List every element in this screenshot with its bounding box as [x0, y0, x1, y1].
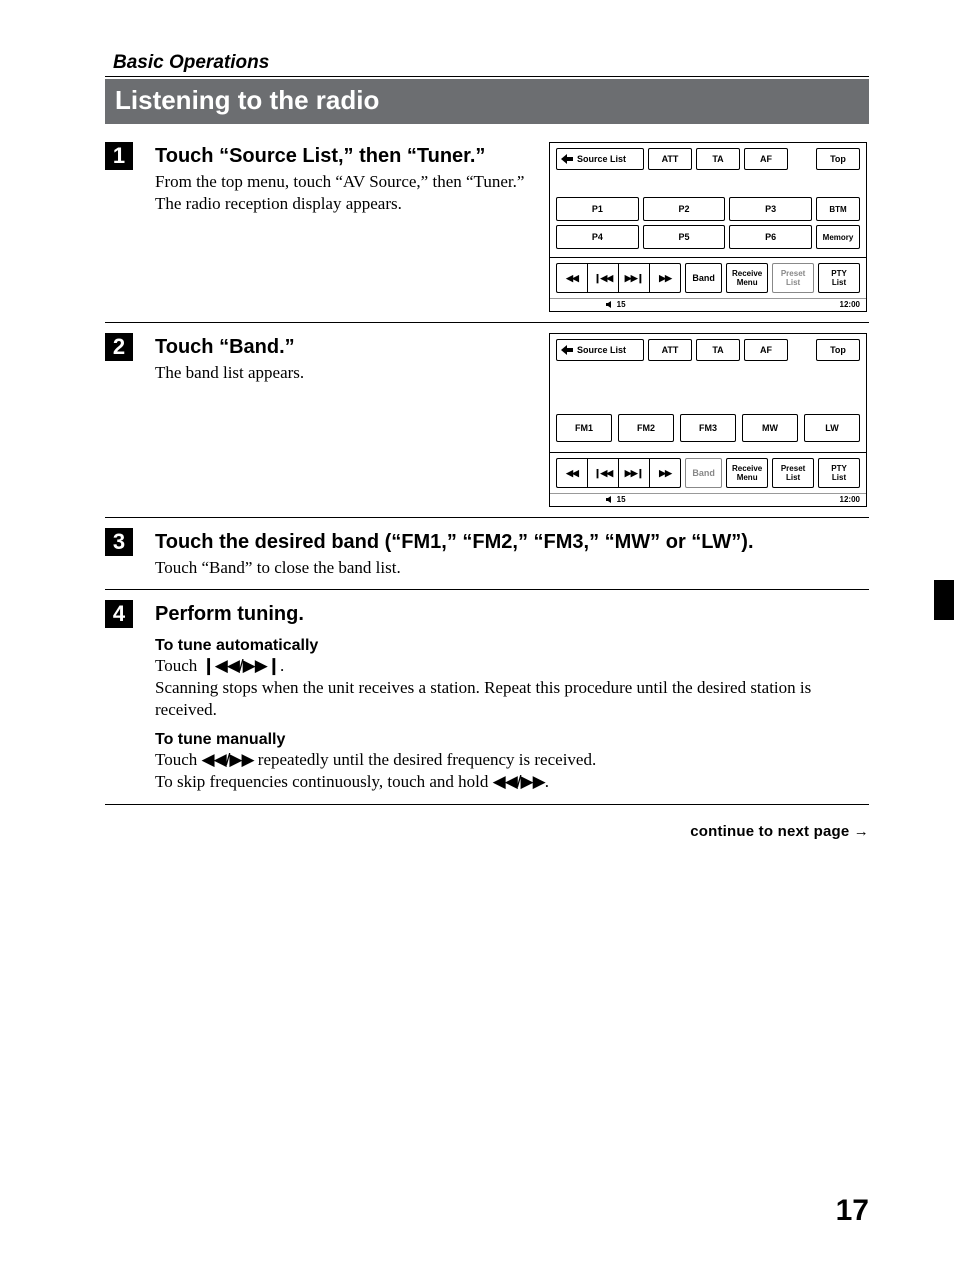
auto-tune-line-1: Touch ❙◀◀/▶▶❙.	[155, 655, 857, 677]
forward-button-2[interactable]: ▶▶	[649, 458, 681, 488]
clock-indicator-2: 12:00	[840, 495, 860, 504]
af-button[interactable]: AF	[744, 148, 788, 170]
preset-p1[interactable]: P1	[556, 197, 639, 221]
step-4-heading: Perform tuning.	[155, 602, 857, 627]
af-button-2[interactable]: AF	[744, 339, 788, 361]
step-number-3: 3	[105, 528, 133, 556]
preset-p3[interactable]: P3	[729, 197, 812, 221]
step-1-heading: Touch “Source List,” then “Tuner.”	[155, 144, 537, 169]
memory-button[interactable]: Memory	[816, 225, 860, 249]
step-number-2: 2	[105, 333, 133, 361]
manual-tune-line-1: Touch ◀◀/▶▶ repeatedly until the desired…	[155, 749, 857, 771]
step-1-body-1: From the top menu, touch “AV Source,” th…	[155, 171, 537, 193]
prev-button-2[interactable]: ❙◀◀	[587, 458, 618, 488]
clock-indicator: 12:00	[840, 300, 860, 309]
ta-button-2[interactable]: TA	[696, 339, 740, 361]
rewind-button-2[interactable]: ◀◀	[556, 458, 587, 488]
manual-tune-line-2: To skip frequencies continuously, touch …	[155, 771, 857, 793]
step-number-4: 4	[105, 600, 133, 628]
continue-next-page: continue to next page →	[105, 823, 869, 840]
band-mw[interactable]: MW	[742, 414, 798, 442]
source-list-button[interactable]: Source List	[556, 148, 644, 170]
band-button[interactable]: Band	[685, 263, 722, 293]
ta-button[interactable]: TA	[696, 148, 740, 170]
edge-tab-marker	[934, 580, 954, 620]
receive-menu-button[interactable]: ReceiveMenu	[726, 263, 768, 293]
step-2-body-1: The band list appears.	[155, 362, 537, 384]
preset-p6[interactable]: P6	[729, 225, 812, 249]
preset-p4[interactable]: P4	[556, 225, 639, 249]
radio-screenshot-1: Source List ATT TA AF Top P1	[549, 142, 867, 312]
auto-tune-heading: To tune automatically	[155, 637, 857, 655]
manual-tune-heading: To tune manually	[155, 731, 857, 749]
manual-icon-2: ◀◀/▶▶	[493, 772, 545, 791]
band-fm3[interactable]: FM3	[680, 414, 736, 442]
band-fm2[interactable]: FM2	[618, 414, 674, 442]
step-2-heading: Touch “Band.”	[155, 335, 537, 360]
preset-list-button-2[interactable]: PresetList	[772, 458, 814, 488]
band-fm1[interactable]: FM1	[556, 414, 612, 442]
prev-button[interactable]: ❙◀◀	[587, 263, 618, 293]
basic-operations-heading: Basic Operations	[105, 50, 869, 77]
step-3-heading: Touch the desired band (“FM1,” “FM2,” “F…	[155, 530, 857, 555]
top-button[interactable]: Top	[816, 148, 860, 170]
radio-screenshot-2: Source List ATT TA AF Top FM1 FM2 FM3	[549, 333, 867, 507]
volume-icon	[606, 496, 614, 503]
next-button-2[interactable]: ▶▶❙	[618, 458, 649, 488]
btm-button[interactable]: BTM	[816, 197, 860, 221]
step-1: 1 Touch “Source List,” then “Tuner.” Fro…	[105, 142, 869, 323]
back-icon	[561, 154, 573, 164]
preset-list-button[interactable]: PresetList	[772, 263, 814, 293]
volume-indicator-2: 15	[556, 495, 676, 504]
step-3: 3 Touch the desired band (“FM1,” “FM2,” …	[105, 528, 869, 590]
step-3-body-1: Touch “Band” to close the band list.	[155, 557, 857, 579]
back-icon	[561, 345, 573, 355]
step-4: 4 Perform tuning. To tune automatically …	[105, 600, 869, 804]
pty-list-button-2[interactable]: PTYList	[818, 458, 860, 488]
seek-icon: ❙◀◀/▶▶❙	[202, 656, 281, 675]
step-number-1: 1	[105, 142, 133, 170]
step-2: 2 Touch “Band.” The band list appears. S…	[105, 333, 869, 518]
source-list-button-2[interactable]: Source List	[556, 339, 644, 361]
att-button-2[interactable]: ATT	[648, 339, 692, 361]
att-button[interactable]: ATT	[648, 148, 692, 170]
auto-tune-line-2: Scanning stops when the unit receives a …	[155, 677, 857, 721]
band-button-2[interactable]: Band	[685, 458, 722, 488]
page-number: 17	[836, 1194, 869, 1228]
next-button[interactable]: ▶▶❙	[618, 263, 649, 293]
manual-icon: ◀◀/▶▶	[202, 750, 254, 769]
pty-list-button[interactable]: PTYList	[818, 263, 860, 293]
top-button-2[interactable]: Top	[816, 339, 860, 361]
preset-p5[interactable]: P5	[643, 225, 726, 249]
forward-button[interactable]: ▶▶	[649, 263, 681, 293]
volume-indicator: 15	[556, 300, 676, 309]
band-lw[interactable]: LW	[804, 414, 860, 442]
section-title: Listening to the radio	[105, 79, 869, 124]
receive-menu-button-2[interactable]: ReceiveMenu	[726, 458, 768, 488]
preset-p2[interactable]: P2	[643, 197, 726, 221]
arrow-right-icon: →	[854, 823, 869, 840]
step-1-body-2: The radio reception display appears.	[155, 193, 537, 215]
rewind-button[interactable]: ◀◀	[556, 263, 587, 293]
volume-icon	[606, 301, 614, 308]
